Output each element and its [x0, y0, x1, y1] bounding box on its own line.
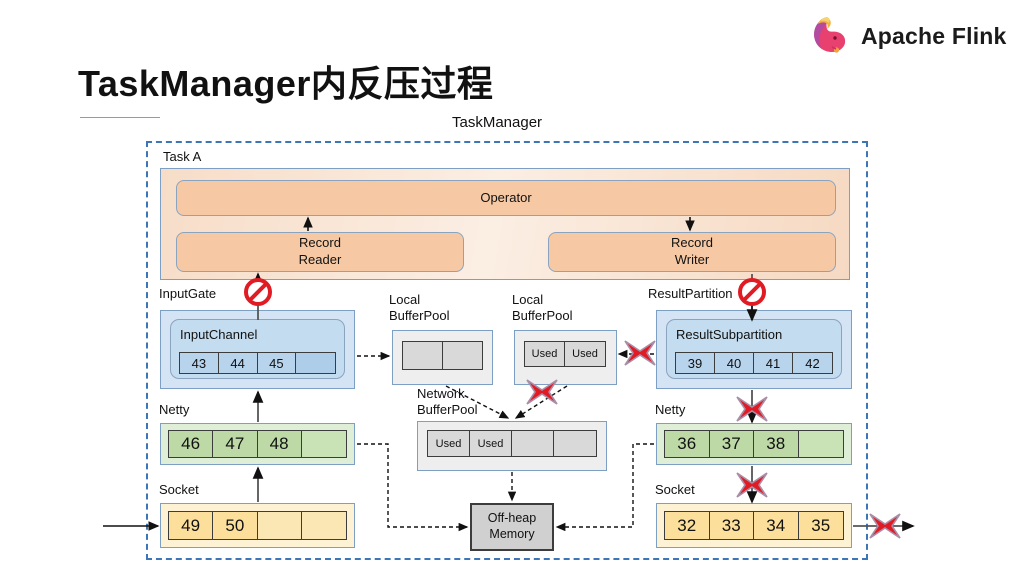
buffer-cell	[442, 342, 482, 369]
buffer-cell: 35	[798, 512, 843, 539]
taskmanager-label: TaskManager	[452, 114, 543, 131]
buffer-cell: 32	[665, 512, 710, 539]
offheap-memory-label-line1: Off-heap	[487, 511, 537, 526]
socket-left-label: Socket	[159, 482, 199, 497]
red-x-icon-socket-outgoing	[869, 513, 901, 539]
record-reader-label-line1: Record	[299, 235, 341, 251]
buffer-cell: 43	[180, 353, 219, 373]
buffer-cell	[257, 512, 302, 539]
local-bufferpool-right-cells[interactable]: Used Used	[524, 341, 606, 367]
buffer-cell	[554, 431, 596, 456]
input-channel-label: InputChannel	[180, 327, 258, 342]
buffer-cell	[403, 342, 443, 369]
result-subpartition-label: ResultSubpartition	[676, 327, 783, 342]
buffer-cell	[301, 431, 346, 457]
local-bufferpool-right-label-line1: Local	[512, 292, 544, 307]
netty-right-label: Netty	[655, 402, 686, 417]
buffer-cell: 48	[257, 431, 302, 457]
flink-squirrel-logo-icon	[805, 14, 851, 58]
socket-right-cells[interactable]: 32 33 34 35	[664, 511, 844, 540]
buffer-cell	[296, 353, 335, 373]
network-bufferpool-label: Network BufferPool	[417, 386, 477, 419]
socket-right-label: Socket	[655, 482, 695, 497]
local-bufferpool-right-label-line2: BufferPool	[512, 308, 573, 324]
buffer-cell: Used	[470, 431, 512, 456]
netty-right-cells[interactable]: 36 37 38	[664, 430, 844, 458]
netty-left-label: Netty	[159, 402, 190, 417]
page-title: TaskManager内反压过程	[78, 63, 494, 104]
record-reader-label-line2: Reader	[298, 252, 342, 267]
local-bufferpool-left-label-line2: BufferPool	[389, 308, 450, 324]
result-partition-label: ResultPartition	[648, 286, 733, 301]
buffer-cell: 34	[754, 512, 799, 539]
title-underline	[80, 117, 160, 118]
buffer-cell: 33	[709, 512, 754, 539]
operator-box[interactable]: Operator	[176, 180, 836, 216]
buffer-cell: 47	[213, 431, 258, 457]
input-gate-label: InputGate	[159, 286, 217, 301]
buffer-cell: 44	[218, 353, 258, 373]
brand-logo: Apache Flink	[805, 14, 1007, 58]
buffer-cell: 36	[665, 431, 710, 457]
buffer-cell: 45	[257, 353, 297, 373]
local-bufferpool-left-label: Local BufferPool	[389, 292, 449, 325]
record-writer-label-line1: Record	[671, 235, 713, 251]
buffer-cell	[301, 512, 346, 539]
task-a-label: Task A	[163, 149, 202, 164]
local-bufferpool-right-label: Local BufferPool	[512, 292, 572, 325]
buffer-cell: 50	[213, 512, 258, 539]
local-bufferpool-left-label-line1: Local	[389, 292, 421, 307]
buffer-cell: 40	[715, 353, 754, 373]
local-bufferpool-left-cells[interactable]	[402, 341, 483, 370]
buffer-cell: 49	[169, 512, 214, 539]
buffer-cell: 38	[754, 431, 799, 457]
network-bufferpool-cells[interactable]: Used Used	[427, 430, 597, 457]
record-reader-box[interactable]: Record Reader	[176, 232, 464, 272]
buffer-cell: Used	[525, 342, 565, 366]
buffer-cell: 41	[754, 353, 793, 373]
buffer-cell	[512, 431, 554, 456]
netty-left-cells[interactable]: 46 47 48	[168, 430, 347, 458]
network-bufferpool-label-line1: Network	[417, 386, 465, 401]
result-subpartition-cells[interactable]: 39 40 41 42	[675, 352, 833, 374]
buffer-cell: Used	[428, 431, 470, 456]
buffer-cell: 37	[709, 431, 754, 457]
brand-name: Apache Flink	[861, 22, 1007, 49]
record-writer-box[interactable]: Record Writer	[548, 232, 836, 272]
buffer-cell: 42	[793, 353, 832, 373]
buffer-cell: Used	[565, 342, 605, 366]
offheap-memory-box[interactable]: Off-heap Memory	[470, 503, 554, 551]
buffer-cell: 46	[169, 431, 214, 457]
socket-left-cells[interactable]: 49 50	[168, 511, 347, 540]
input-channel-cells[interactable]: 43 44 45	[179, 352, 336, 374]
network-bufferpool-label-line2: BufferPool	[417, 402, 478, 418]
slide: Apache Flink TaskManager内反压过程 TaskManage…	[0, 0, 1024, 576]
offheap-memory-label-line2: Memory	[489, 527, 535, 541]
operator-label: Operator	[480, 189, 532, 205]
record-writer-label-line2: Writer	[674, 252, 710, 267]
buffer-cell: 39	[676, 353, 715, 373]
buffer-cell	[798, 431, 843, 457]
